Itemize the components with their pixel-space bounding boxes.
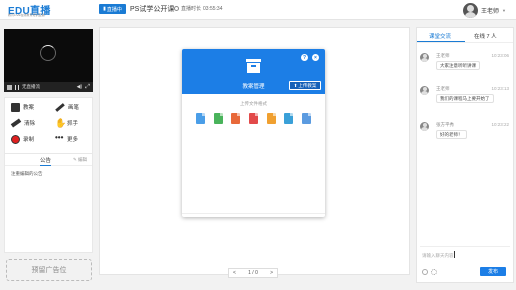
avatar — [420, 86, 429, 95]
left-panel: 无直播流 ◀) ⤢ 教案 画笔 清除 ✋ 抓手 录制 ••• 更多 公告 ✎ 编… — [4, 27, 93, 283]
chat-panel: 课堂交流 在线 7 人 王老师 10:23:06 大家注意听听讲课 王老师 10… — [416, 27, 514, 283]
logo: EDU直播 教育LIVE在线教育培训直播 — [8, 2, 88, 18]
chat-message: 王老师 10:23:06 大家注意听听讲课 — [420, 53, 512, 75]
tab-chat[interactable]: 课堂交流 — [429, 32, 451, 40]
video-status-label: 无直播流 — [22, 84, 40, 89]
lesson-plan-modal: 教案管理 ? × ⬆ 上传教案 上传文件格式 — [182, 49, 325, 217]
chat-input-placeholder[interactable]: 请输入聊天内容 — [422, 253, 454, 259]
edit-icon: ✎ — [73, 157, 77, 162]
message-sender: 王老师 — [436, 53, 450, 58]
message-time: 10:23:13 — [491, 86, 509, 91]
chat-tabs: 课堂交流 在线 7 人 — [417, 28, 513, 43]
tool-pen[interactable]: 画笔 — [55, 100, 97, 114]
top-bar: EDU直播 教育LIVE在线教育培训直播 ▮ 直播中 PS试学公开课 直播时长 … — [0, 0, 516, 20]
xls-file-icon — [213, 113, 223, 124]
doc-file-icon — [196, 113, 205, 124]
prev-page-button[interactable]: < — [233, 270, 236, 276]
message-time: 10:23:22 — [491, 122, 509, 127]
page-indicator: 1 / 0 — [248, 270, 258, 276]
close-button[interactable]: × — [312, 54, 319, 61]
lesson-plan-icon — [11, 102, 20, 112]
message-time: 10:23:06 — [491, 53, 509, 58]
avatar[interactable] — [463, 2, 478, 18]
send-button[interactable]: 发布 — [480, 267, 506, 276]
modal-header: 教案管理 ? × ⬆ 上传教案 — [182, 49, 325, 94]
tool-eraser[interactable]: 清除 — [10, 116, 53, 130]
help-button[interactable]: ? — [301, 54, 308, 61]
notice-content: 注重编辑的公告 — [11, 171, 43, 176]
pen-icon — [55, 102, 65, 112]
fullscreen-icon[interactable]: ⤢ — [85, 84, 90, 91]
user-name[interactable]: 王老师 — [481, 6, 499, 15]
next-page-button[interactable]: > — [270, 270, 273, 276]
message-text: 大家注意听听讲课 — [436, 61, 480, 70]
txt-file-icon — [266, 113, 276, 124]
emoji-icon[interactable] — [422, 269, 428, 275]
tab-online[interactable]: 在线 7 人 — [474, 32, 497, 40]
avatar — [420, 122, 429, 131]
notice-header: 公告 ✎ 编辑 — [5, 154, 92, 166]
pause-icon[interactable] — [15, 84, 19, 90]
chat-message: 王老师 10:23:13 我们的课程马上要开始了 — [420, 86, 512, 108]
file-format-label: 上传文件格式 — [240, 101, 267, 106]
cabinet-icon — [246, 59, 261, 73]
video-player[interactable]: 无直播流 ◀) ⤢ — [4, 29, 93, 92]
live-timer: 直播时长 03:55:34 — [174, 5, 222, 12]
tool-hand[interactable]: ✋ 抓手 — [55, 116, 97, 130]
tool-record[interactable]: 录制 — [11, 132, 53, 146]
message-sender: 王老师 — [436, 86, 450, 91]
pdf-file-icon — [248, 113, 258, 124]
notice-edit-button[interactable]: ✎ 编辑 — [73, 157, 87, 163]
hand-icon: ✋ — [55, 117, 67, 128]
modal-footer — [182, 213, 325, 217]
image-file-icon — [284, 113, 294, 124]
tab-notice[interactable]: 公告 — [40, 156, 52, 166]
loading-spinner-icon — [40, 45, 56, 61]
ppt-file-icon — [231, 113, 241, 124]
course-title: PS试学公开课 — [130, 6, 175, 13]
logo-subtitle: 教育LIVE在线教育培训直播 — [8, 13, 45, 17]
video-controls: 无直播流 ◀) ⤢ — [4, 82, 93, 92]
live-status-badge: ▮ 直播中 — [99, 4, 126, 14]
eraser-icon — [10, 118, 22, 128]
volume-icon[interactable]: ◀) — [77, 84, 83, 90]
message-text: 我们的课程马上要开始了 — [436, 94, 494, 103]
generic-file-icon — [301, 113, 311, 124]
upload-lesson-plan-button[interactable]: ⬆ 上传教案 — [289, 81, 321, 90]
ad-placeholder: 预留广告位 — [6, 259, 92, 281]
page-navigator: < 1 / 0 > — [228, 268, 278, 278]
chat-input-area[interactable]: 请输入聊天内容 发布 — [420, 246, 510, 280]
avatar — [420, 53, 429, 62]
notice-panel: 公告 ✎ 编辑 注重编辑的公告 — [4, 153, 93, 253]
more-icon: ••• — [55, 132, 64, 142]
settings-icon[interactable] — [431, 269, 437, 275]
stop-icon[interactable] — [7, 84, 12, 90]
tool-lesson-plan[interactable]: 教案 — [11, 100, 53, 114]
chevron-down-icon[interactable]: ▼ — [502, 8, 506, 13]
upload-icon: ⬆ — [293, 82, 298, 88]
signal-icon: ▮ — [103, 6, 106, 12]
clock-icon — [174, 6, 179, 11]
chat-message: 张方平秀 10:23:22 好的老师！ — [420, 122, 512, 144]
message-text: 好的老师！ — [436, 130, 467, 139]
file-type-icons — [196, 113, 311, 124]
message-sender: 张方平秀 — [436, 122, 454, 127]
user-menu[interactable]: 王老师 ▼ — [463, 2, 506, 18]
record-icon — [11, 134, 20, 144]
tool-more[interactable]: ••• 更多 — [55, 132, 97, 146]
tab-underline — [417, 41, 465, 42]
text-cursor — [454, 251, 455, 258]
